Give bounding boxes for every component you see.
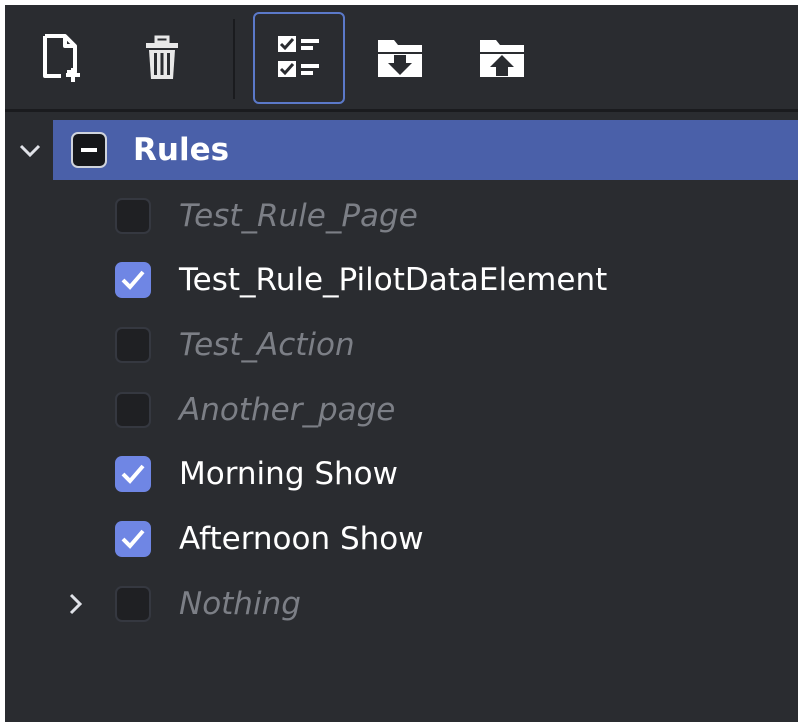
rules-checkbox[interactable] <box>71 132 107 168</box>
toolbar <box>5 5 798 112</box>
chevron-right-icon[interactable] <box>63 592 87 616</box>
indeterminate-icon <box>81 148 97 152</box>
item-checkbox[interactable] <box>115 327 151 363</box>
folder-upload-icon <box>480 40 524 77</box>
item-checkbox[interactable] <box>115 586 151 622</box>
tree-root-row[interactable]: Rules <box>5 120 798 180</box>
export-button[interactable] <box>457 13 547 103</box>
tree-item[interactable]: Nothing <box>5 572 798 632</box>
tree-item[interactable]: Afternoon Show <box>5 507 798 567</box>
checklist-icon <box>278 36 319 77</box>
toolbar-separator <box>233 19 235 99</box>
tree-item[interactable]: Another_page <box>5 378 798 438</box>
delete-button[interactable] <box>117 13 207 103</box>
chevron-down-icon[interactable] <box>18 138 42 162</box>
item-checkbox[interactable] <box>115 456 151 492</box>
checkmark-icon <box>121 464 145 484</box>
tree-item-label: Afternoon Show <box>179 521 424 557</box>
trash-icon <box>146 35 178 79</box>
tree-item[interactable]: Test_Rule_PilotDataElement <box>5 248 798 308</box>
toggle-all-button[interactable] <box>253 12 345 104</box>
tree-item[interactable]: Morning Show <box>5 442 798 502</box>
tree-item-label: Test_Action <box>179 327 355 363</box>
new-rule-button[interactable] <box>17 13 107 103</box>
tree-item-label: Nothing <box>179 586 301 622</box>
rules-panel: Rules Test_Rule_Page Test_Rule_PilotData… <box>5 5 798 722</box>
checkmark-icon <box>121 529 145 549</box>
item-checkbox[interactable] <box>115 198 151 234</box>
tree-item-label: Test_Rule_Page <box>179 198 418 234</box>
tree-item[interactable]: Test_Rule_Page <box>5 184 798 244</box>
folder-download-icon <box>378 40 422 77</box>
item-checkbox[interactable] <box>115 521 151 557</box>
tree-root-label: Rules <box>133 132 230 168</box>
item-checkbox[interactable] <box>115 392 151 428</box>
item-checkbox[interactable] <box>115 262 151 298</box>
import-button[interactable] <box>355 13 445 103</box>
new-file-icon <box>43 34 80 82</box>
tree-item[interactable]: Test_Action <box>5 313 798 373</box>
tree-item-label: Another_page <box>179 392 396 428</box>
checkmark-icon <box>121 270 145 290</box>
tree-item-label: Morning Show <box>179 456 398 492</box>
tree-item-label: Test_Rule_PilotDataElement <box>179 262 608 298</box>
